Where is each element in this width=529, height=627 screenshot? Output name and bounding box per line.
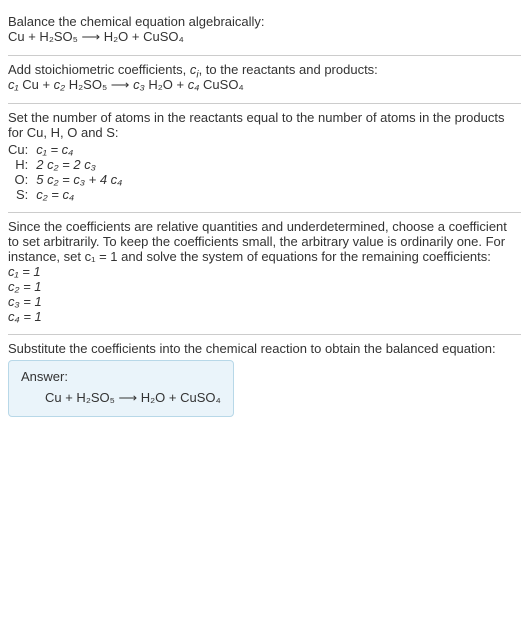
solution-line: c₂ = 1 — [8, 279, 521, 294]
text: H₂O + — [145, 77, 188, 92]
c2: c₂ — [54, 77, 65, 92]
balance-instruction: Set the number of atoms in the reactants… — [8, 110, 521, 140]
element-equation: 2 c₂ = 2 c₃ — [36, 157, 128, 172]
section-answer: Substitute the coefficients into the che… — [8, 335, 521, 427]
text: Add stoichiometric coefficients, — [8, 62, 190, 77]
answer-box: Answer: Cu + H₂SO₅ ⟶ H₂O + CuSO₄ — [8, 360, 234, 417]
c3: c₃ — [133, 77, 145, 92]
c4: c₄ — [188, 77, 200, 92]
coeff-instruction: Add stoichiometric coefficients, ci, to … — [8, 62, 521, 77]
solve-instruction: Since the coefficients are relative quan… — [8, 219, 521, 264]
substitute-instruction: Substitute the coefficients into the che… — [8, 341, 521, 356]
text: Cu + — [19, 77, 54, 92]
solution-line: c₄ = 1 — [8, 309, 521, 324]
table-row: O: 5 c₂ = c₃ + 4 c₄ — [8, 172, 128, 187]
element-label: S: — [8, 187, 36, 202]
section-problem: Balance the chemical equation algebraica… — [8, 8, 521, 55]
coeff-equation: c₁ Cu + c₂ H₂SO₅ ⟶ c₃ H₂O + c₄ CuSO₄ — [8, 77, 521, 93]
table-row: S: c₂ = c₄ — [8, 187, 128, 202]
element-label: Cu: — [8, 142, 36, 157]
unbalanced-equation: Cu + H₂SO₅ ⟶ H₂O + CuSO₄ — [8, 29, 521, 45]
table-row: Cu: c₁ = c₄ — [8, 142, 128, 157]
section-solve: Since the coefficients are relative quan… — [8, 213, 521, 334]
problem-statement: Balance the chemical equation algebraica… — [8, 14, 521, 29]
answer-title: Answer: — [21, 369, 221, 384]
table-row: H: 2 c₂ = 2 c₃ — [8, 157, 128, 172]
c1: c₁ — [8, 77, 19, 92]
section-coefficients: Add stoichiometric coefficients, ci, to … — [8, 56, 521, 103]
solution-line: c₃ = 1 — [8, 294, 521, 309]
section-atom-balance: Set the number of atoms in the reactants… — [8, 104, 521, 212]
balanced-equation: Cu + H₂SO₅ ⟶ H₂O + CuSO₄ — [21, 390, 221, 406]
element-label: O: — [8, 172, 36, 187]
text: , to the reactants and products: — [199, 62, 378, 77]
element-equation: c₂ = c₄ — [36, 187, 128, 202]
text: CuSO₄ — [199, 77, 243, 92]
element-equation: 5 c₂ = c₃ + 4 c₄ — [36, 172, 128, 187]
solution-line: c₁ = 1 — [8, 264, 521, 279]
balance-table: Cu: c₁ = c₄ H: 2 c₂ = 2 c₃ O: 5 c₂ = c₃ … — [8, 142, 128, 202]
text: H₂SO₅ ⟶ — [65, 77, 133, 92]
element-label: H: — [8, 157, 36, 172]
element-equation: c₁ = c₄ — [36, 142, 128, 157]
